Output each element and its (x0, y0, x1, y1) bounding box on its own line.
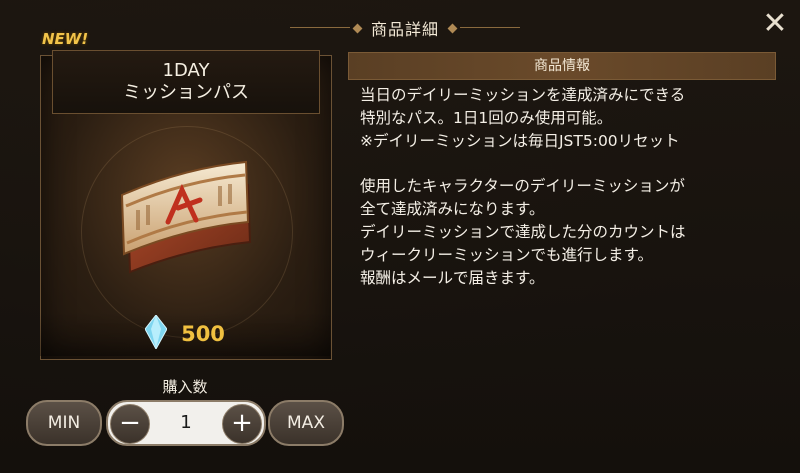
product-name-plate: 1DAY ミッションパス (52, 50, 320, 114)
new-badge: NEW! (42, 30, 89, 48)
description-line: ウィークリーミッションでも進行します。 (360, 246, 653, 264)
diamond-ornament-icon (352, 23, 363, 33)
decrement-button[interactable]: − (110, 404, 150, 444)
quantity-label: 購入数 (162, 378, 208, 396)
max-button[interactable]: MAX (268, 400, 344, 446)
description-line: 全て達成済みになります。 (360, 200, 545, 218)
min-button[interactable]: MIN (26, 400, 102, 446)
description-line: 特別なパス。1日1回のみ使用可能。 (360, 109, 613, 127)
description-line: ※デイリーミッションは毎日JST5:00リセット (360, 132, 680, 150)
price-amount: 500 (181, 322, 225, 346)
product-info-header: 商品情報 (348, 52, 776, 80)
description-line: デイリーミッションで達成した分のカウントは (360, 223, 686, 241)
diamond-ornament-icon (447, 23, 458, 33)
crystal-icon (144, 314, 168, 353)
red-band-ticket-icon (118, 150, 258, 299)
dialog-title-bar: 商品詳細 (290, 14, 520, 42)
close-button[interactable]: ✕ (760, 9, 790, 40)
quantity-value[interactable]: 1 (148, 402, 224, 444)
price-row: 500 (40, 312, 330, 356)
description-line: 使用したキャラクターのデイリーミッションが (360, 177, 685, 195)
dialog-title: 商品詳細 (370, 20, 439, 39)
product-detail-dialog: 商品詳細 ✕ NEW! 1DAY ミッションパス 500 購入数 MIN − 1… (0, 0, 800, 473)
description-line: 当日のデイリーミッションを達成済みにできる (360, 86, 686, 104)
quantity-stepper: − 1 + (106, 400, 266, 446)
product-description: 当日のデイリーミッションを達成済みにできる 特別なパス。1日1回のみ使用可能。 … (360, 84, 780, 290)
product-name-line1: 1DAY (162, 60, 210, 81)
product-name-line2: ミッションパス (123, 82, 249, 103)
description-line: 報酬はメールで届きます。 (360, 269, 545, 287)
increment-button[interactable]: + (222, 404, 262, 444)
